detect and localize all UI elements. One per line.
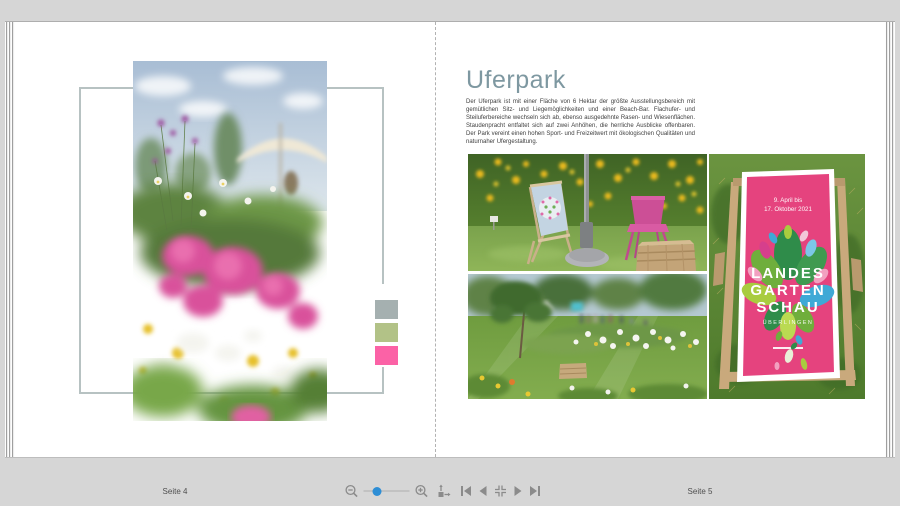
park-lawn-visitors-photo[interactable] bbox=[468, 274, 707, 399]
landesgartenschau-deckchair-photo[interactable]: 9. April bis 17. Oktober 2021 LANDES GAR… bbox=[709, 154, 865, 399]
banner-dates-line1: 9. April bis bbox=[774, 197, 803, 204]
right-page-number: Seite 5 bbox=[687, 487, 713, 496]
color-swatch-pink bbox=[373, 344, 400, 367]
banner-url-line bbox=[773, 347, 803, 349]
banner-dates-line2: 17. Oktober 2021 bbox=[764, 206, 812, 213]
viewer-controls bbox=[345, 482, 542, 500]
last-page-icon[interactable] bbox=[529, 485, 542, 497]
flower-meadow-graphic bbox=[133, 61, 327, 421]
fit-screen-icon[interactable] bbox=[494, 484, 508, 498]
page-title: Uferpark bbox=[466, 66, 566, 94]
zoom-out-icon[interactable] bbox=[345, 484, 359, 498]
left-page-number: Seite 4 bbox=[162, 487, 188, 496]
book-spread: Uferpark Der Uferpark ist mit einer Fläc… bbox=[5, 21, 895, 458]
page-stack-right bbox=[885, 22, 895, 457]
zoom-slider-thumb[interactable] bbox=[372, 487, 382, 496]
fit-page-icon[interactable] bbox=[437, 484, 451, 498]
zoom-slider-track[interactable] bbox=[363, 490, 410, 492]
banner-subtitle: ÜBERLINGEN bbox=[763, 319, 814, 326]
deckchair-pink-chair-photo[interactable] bbox=[468, 154, 707, 271]
first-page-icon[interactable] bbox=[460, 485, 473, 497]
viewer-stage: Uferpark Der Uferpark ist mit einer Fläc… bbox=[0, 0, 900, 506]
color-swatch-green bbox=[373, 321, 400, 344]
deckchair-scene-graphic bbox=[468, 154, 707, 271]
page-stack-left bbox=[5, 22, 15, 457]
page-body-text: Der Uferpark ist mit einer Fläche von 6 … bbox=[466, 99, 695, 146]
next-page-icon[interactable] bbox=[513, 485, 524, 497]
park-lawn-graphic bbox=[468, 274, 707, 399]
banner-title-line1: LANDES bbox=[751, 265, 825, 282]
color-swatch-gray bbox=[373, 298, 400, 321]
center-fold-line bbox=[435, 22, 436, 457]
previous-page-icon[interactable] bbox=[478, 485, 489, 497]
banner-title-line2: GARTEN bbox=[750, 282, 825, 299]
flower-meadow-umbrella-photo[interactable] bbox=[133, 61, 327, 421]
banner-deckchair-graphic: 9. April bis 17. Oktober 2021 LANDES GAR… bbox=[709, 154, 865, 399]
banner-title-line3: SCHAU bbox=[756, 299, 819, 316]
zoom-in-icon[interactable] bbox=[415, 484, 429, 498]
zoom-slider[interactable] bbox=[363, 484, 410, 498]
